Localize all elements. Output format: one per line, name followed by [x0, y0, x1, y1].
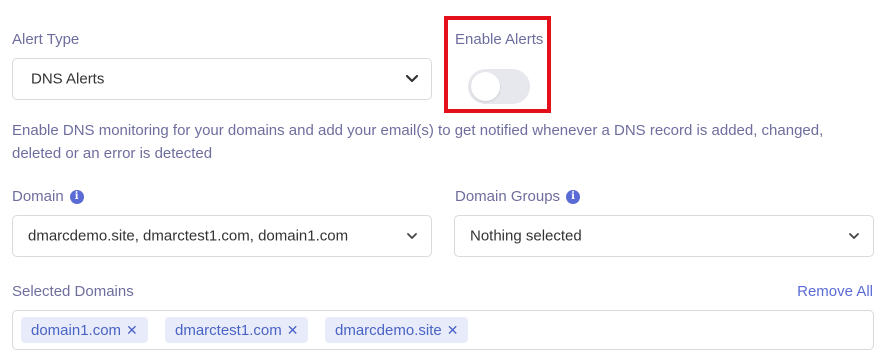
selected-domains-label: Selected Domains — [12, 283, 134, 300]
info-icon[interactable]: i — [69, 190, 84, 205]
chip-label: dmarctest1.com — [175, 322, 282, 339]
chevron-down-icon — [405, 74, 419, 83]
alert-type-value: DNS Alerts — [31, 70, 105, 88]
domain-value: dmarcdemo.site, dmarctest1.com, domain1.… — [28, 227, 349, 245]
domain-groups-select[interactable]: Nothing selected — [454, 215, 874, 257]
domain-chip: dmarctest1.com ✕ — [165, 317, 309, 343]
remove-chip-icon[interactable]: ✕ — [126, 322, 138, 338]
domain-groups-value: Nothing selected — [470, 227, 582, 245]
domain-groups-label: Domain Groups — [455, 188, 561, 205]
chevron-down-icon — [407, 233, 417, 239]
description-text: Enable DNS monitoring for your domains a… — [12, 122, 824, 162]
remove-all-link[interactable]: Remove All — [797, 283, 873, 300]
remove-chip-icon[interactable]: ✕ — [287, 322, 299, 338]
selected-domains-box[interactable]: domain1.com ✕ dmarctest1.com ✕ dmarcdemo.s… — [12, 310, 874, 350]
alert-type-select[interactable]: DNS Alerts — [12, 58, 432, 100]
highlight-box — [444, 16, 551, 113]
domain-chip: domain1.com ✕ — [21, 317, 148, 343]
chip-label: dmarcdemo.site — [335, 322, 442, 339]
info-icon[interactable]: i — [566, 190, 581, 205]
domain-chip: dmarcdemo.site ✕ — [325, 317, 469, 343]
domain-groups-label-row: Domain Groups i — [455, 188, 581, 205]
domain-label: Domain — [12, 188, 64, 205]
remove-chip-icon[interactable]: ✕ — [447, 322, 459, 338]
chip-label: domain1.com — [31, 322, 122, 339]
domain-select[interactable]: dmarcdemo.site, dmarctest1.com, domain1.… — [12, 215, 432, 257]
alert-type-label: Alert Type — [12, 31, 80, 48]
domain-label-row: Domain i — [12, 188, 84, 205]
chevron-down-icon — [849, 233, 859, 239]
